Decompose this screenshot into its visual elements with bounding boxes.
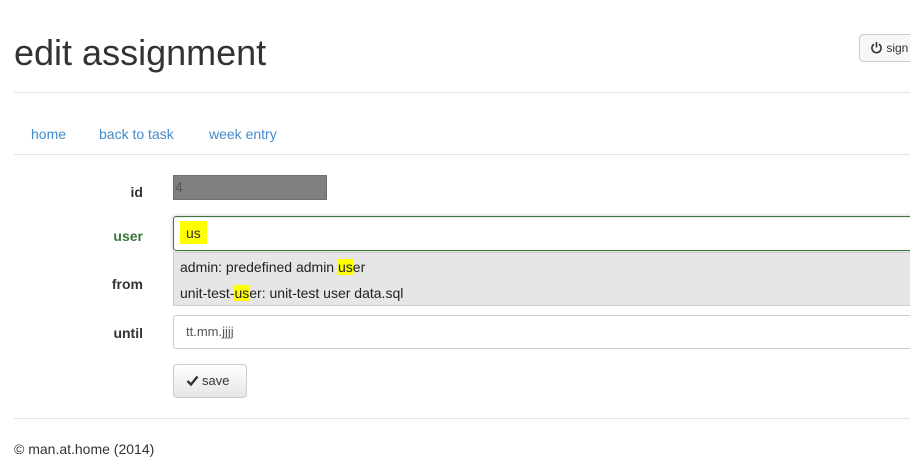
option-match-highlight: us <box>234 285 250 301</box>
option-text: unit-test- <box>180 285 235 301</box>
save-button[interactable]: save <box>173 364 247 398</box>
footer-copyright: © man.at.home (2014) <box>14 441 155 457</box>
option-text: admin: predefined admin <box>180 259 338 275</box>
power-icon <box>870 37 883 54</box>
signout-label: sign <box>886 41 909 55</box>
page-title: edit assignment <box>14 32 267 73</box>
until-label: until <box>113 325 143 341</box>
nav-week-entry-link[interactable]: week entry <box>209 126 277 142</box>
save-label: save <box>202 373 230 388</box>
id-label: id <box>130 184 143 200</box>
nav-divider <box>14 154 910 155</box>
user-label: user <box>113 228 143 244</box>
id-field: 4 <box>173 175 327 200</box>
autocomplete-option-unit-test-user[interactable]: unit-test-user: unit-test user data.sql <box>180 285 403 301</box>
header-divider <box>14 92 910 93</box>
option-text: er <box>352 259 366 275</box>
user-input-value: us <box>180 221 207 244</box>
until-date-input[interactable]: tt.mm.jjjj <box>173 315 910 349</box>
user-input[interactable]: us <box>173 216 910 251</box>
autocomplete-option-admin[interactable]: admin: predefined admin user <box>180 259 365 275</box>
checkmark-icon <box>186 367 199 387</box>
option-text: er: unit-test user data.sql <box>249 285 404 301</box>
option-match-highlight: us <box>338 259 353 275</box>
nav-home-link[interactable]: home <box>31 126 66 142</box>
signout-button[interactable]: sign <box>859 34 910 62</box>
nav-back-to-task-link[interactable]: back to task <box>99 126 174 142</box>
user-autocomplete-dropdown: admin: predefined admin user unit-test-u… <box>173 252 910 306</box>
footer-divider <box>14 418 910 419</box>
from-label: from <box>111 276 143 292</box>
